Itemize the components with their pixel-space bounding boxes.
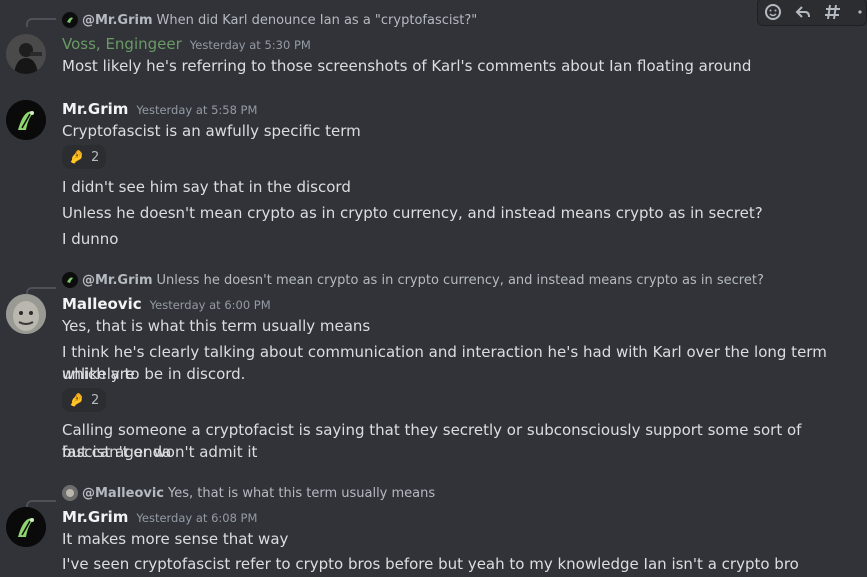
- message-text: Unless he doesn't mean crypto as in cryp…: [62, 204, 763, 222]
- avatar[interactable]: [6, 34, 46, 74]
- reply-icon[interactable]: [794, 2, 812, 22]
- message-hover-toolbar: [757, 0, 867, 26]
- message-text: It makes more sense that way: [62, 530, 289, 548]
- avatar[interactable]: [6, 100, 46, 140]
- author-name[interactable]: Malleovic: [62, 295, 142, 313]
- timestamp: Yesterday at 6:00 PM: [149, 298, 271, 312]
- reply-text: When did Karl denounce Ian as a "cryptof…: [156, 12, 478, 28]
- chat-messages: @Mr.Grim When did Karl denounce Ian as a…: [0, 0, 867, 577]
- reply-spine: [26, 18, 56, 27]
- reply-author[interactable]: @Mr.Grim: [82, 273, 153, 288]
- avatar[interactable]: [6, 507, 46, 547]
- reply-avatar: [62, 272, 78, 288]
- create-thread-icon[interactable]: [824, 2, 842, 22]
- more-icon[interactable]: [854, 2, 866, 22]
- message-header: Mr.Grim Yesterday at 6:08 PM: [62, 508, 257, 528]
- reaction-button[interactable]: 🤌 2: [62, 388, 106, 412]
- message-header: Malleovic Yesterday at 6:00 PM: [62, 295, 271, 315]
- reply-author[interactable]: @Malleovic: [82, 486, 164, 501]
- reply-avatar: [62, 12, 78, 28]
- add-reaction-icon[interactable]: [764, 2, 782, 22]
- message-header: Voss, Engingeer Yesterday at 5:30 PM: [62, 35, 311, 55]
- message-text: but can't or won't admit it: [62, 443, 258, 461]
- timestamp: Yesterday at 6:08 PM: [136, 511, 258, 525]
- pinched-fingers-icon: 🤌: [68, 392, 85, 408]
- reply-preview[interactable]: @Mr.Grim When did Karl denounce Ian as a…: [62, 11, 477, 29]
- reply-preview[interactable]: @Malleovic Yes, that is what this term u…: [62, 484, 435, 502]
- reply-text: Yes, that is what this term usually mean…: [168, 485, 436, 501]
- reply-preview[interactable]: @Mr.Grim Unless he doesn't mean crypto a…: [62, 271, 764, 289]
- message-text: Cryptofascist is an awfully specific ter…: [62, 122, 361, 140]
- message-text: I dunno: [62, 230, 119, 248]
- message-text: I've seen cryptofascist refer to crypto …: [62, 555, 799, 573]
- reaction-count: 2: [90, 392, 100, 408]
- message-header: Mr.Grim Yesterday at 5:58 PM: [62, 100, 257, 120]
- message-text: I didn't see him say that in the discord: [62, 178, 351, 196]
- reaction-button[interactable]: 🤌 2: [62, 145, 106, 169]
- message-text: Yes, that is what this term usually mean…: [62, 317, 371, 335]
- author-name[interactable]: Mr.Grim: [62, 100, 128, 118]
- reply-text: Unless he doesn't mean crypto as in cryp…: [156, 272, 764, 288]
- author-name[interactable]: Mr.Grim: [62, 508, 128, 526]
- reply-author[interactable]: @Mr.Grim: [82, 13, 153, 28]
- pinched-fingers-icon: 🤌: [68, 149, 85, 165]
- timestamp: Yesterday at 5:58 PM: [136, 103, 258, 117]
- reaction-count: 2: [90, 149, 100, 165]
- message-text: Most likely he's referring to those scre…: [62, 57, 752, 75]
- timestamp: Yesterday at 5:30 PM: [189, 38, 311, 52]
- author-name[interactable]: Voss, Engingeer: [62, 35, 182, 53]
- avatar[interactable]: [6, 294, 46, 334]
- reply-avatar: [62, 485, 78, 501]
- message-text: unlikely to be in discord.: [62, 365, 246, 383]
